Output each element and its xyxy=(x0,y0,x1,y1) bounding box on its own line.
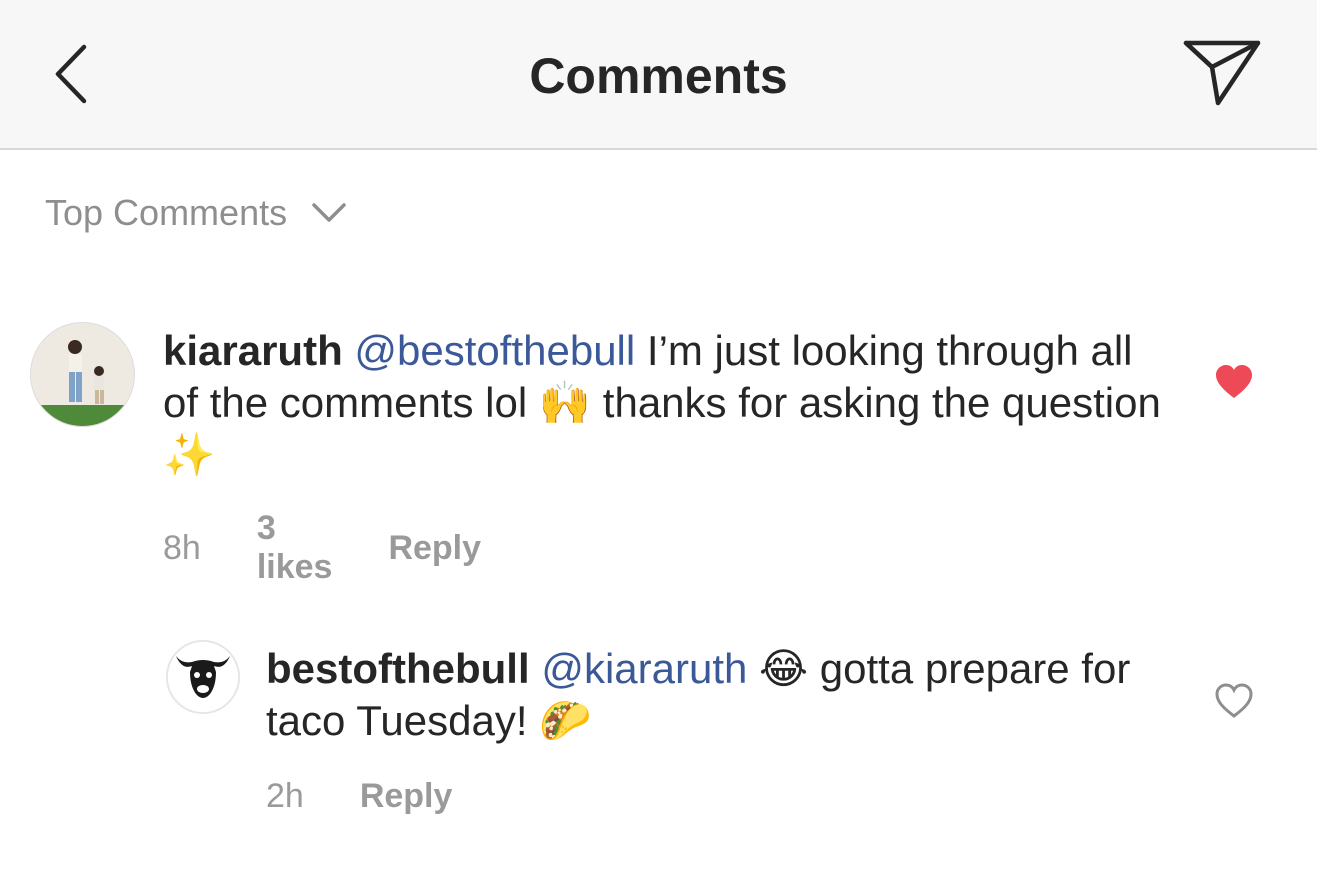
heart-filled-icon xyxy=(1214,364,1254,405)
sort-label: Top Comments xyxy=(45,192,288,233)
like-button[interactable] xyxy=(1209,678,1259,728)
likes-count[interactable]: 3 likes xyxy=(257,509,333,587)
comment-time: 2h xyxy=(266,777,304,815)
sort-dropdown[interactable]: Top Comments xyxy=(45,192,347,234)
comments-screen: Comments Top Comments kiararuth @bestoft… xyxy=(0,0,1317,869)
comment-username[interactable]: bestofthebull xyxy=(266,645,530,692)
comment-meta: 2h Reply xyxy=(266,777,508,816)
like-button[interactable] xyxy=(1209,359,1259,409)
page-title: Comments xyxy=(529,48,788,104)
sparkles-emoji: ✨ xyxy=(163,430,216,479)
comment-body: bestofthebull @kiararuth 😂 gotta prepare… xyxy=(266,643,1166,747)
comment-text: thanks for asking the question xyxy=(591,379,1161,426)
nav-header: Comments xyxy=(0,0,1317,150)
reply-button[interactable]: Reply xyxy=(360,777,453,816)
comment-time: 8h xyxy=(163,528,201,567)
share-button[interactable] xyxy=(1178,34,1266,114)
reply-button[interactable]: Reply xyxy=(388,529,481,568)
laughing-tears-emoji: 😂 xyxy=(759,644,809,693)
avatar[interactable] xyxy=(166,640,240,714)
taco-emoji: 🌮 xyxy=(539,696,592,745)
comment-meta: 8h 3 likes Reply xyxy=(163,509,537,587)
comment-body: kiararuth @bestofthebull I’m just lookin… xyxy=(163,325,1163,481)
comment-mention[interactable]: @kiararuth xyxy=(541,645,747,692)
comment-text xyxy=(747,645,759,692)
chevron-down-icon xyxy=(311,202,347,224)
comment-mention[interactable]: @bestofthebull xyxy=(354,327,635,374)
comment-username[interactable]: kiararuth xyxy=(163,327,343,374)
raising-hands-emoji: 🙌 xyxy=(538,378,592,427)
paper-plane-icon xyxy=(1182,37,1262,112)
heart-outline-icon xyxy=(1214,682,1254,724)
avatar[interactable] xyxy=(30,322,135,427)
